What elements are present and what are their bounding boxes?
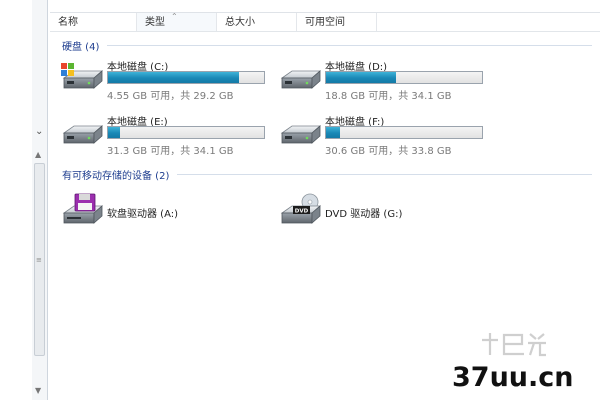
column-free-space[interactable]: 可用空间 [297, 13, 377, 31]
free-space-text: 31.3 GB 可用，共 34.1 GB [107, 146, 234, 157]
dvd-drive-icon: DVD [280, 193, 322, 224]
group-removable-storage[interactable]: 有可移动存储的设备 (2) [62, 167, 592, 182]
dvd-badge: DVD [295, 208, 309, 214]
column-total-size-label: 总大小 [225, 17, 255, 28]
capacity-bar [107, 126, 265, 139]
column-header: 名称 ⌃ 类型 总大小 可用空间 [50, 12, 600, 32]
free-space-text: 18.8 GB 可用，共 34.1 GB [325, 91, 452, 102]
hard-drive-icon [60, 117, 104, 149]
hard-drive-icon [278, 62, 322, 94]
group-divider [177, 173, 592, 175]
group-divider [107, 44, 592, 46]
free-space-text: 30.6 GB 可用，共 33.8 GB [325, 146, 452, 157]
drive-c[interactable]: 本地磁盘 (C:) 4.55 GB 可用，共 29.2 GB [60, 58, 270, 102]
group-title: 硬盘 (4) [62, 41, 100, 53]
hard-drive-icon [278, 117, 322, 149]
watermark-text: 37uu.cn [452, 362, 574, 393]
device-name: 软盘驱动器 (A:) [107, 209, 179, 220]
scrollbar-grip-icon: ≡ [36, 256, 42, 264]
scroll-up-arrow-icon[interactable]: ▲ [35, 150, 41, 159]
chevron-down-icon[interactable]: ⌄ [35, 126, 43, 137]
sort-ascending-icon: ⌃ [171, 12, 178, 21]
scroll-down-arrow-icon[interactable]: ▼ [35, 386, 41, 395]
device-name: DVD 驱动器 (G:) [325, 209, 403, 220]
drive-f[interactable]: 本地磁盘 (F:) 30.6 GB 可用，共 33.8 GB [278, 113, 488, 157]
capacity-bar [325, 126, 483, 139]
column-type[interactable]: ⌃ 类型 [137, 12, 217, 31]
drive-g-dvd[interactable]: DVD DVD 驱动器 (G:) [278, 193, 498, 227]
group-title: 有可移动存储的设备 (2) [62, 170, 170, 182]
capacity-bar [107, 71, 265, 84]
free-space-text: 4.55 GB 可用，共 29.2 GB [107, 91, 234, 102]
drive-e[interactable]: 本地磁盘 (E:) 31.3 GB 可用，共 34.1 GB [60, 113, 270, 157]
capacity-bar [325, 71, 483, 84]
group-hard-disks[interactable]: 硬盘 (4) [62, 38, 592, 53]
column-name-label: 名称 [58, 17, 78, 28]
drive-a-floppy[interactable]: 软盘驱动器 (A:) [60, 193, 280, 227]
column-type-label: 类型 [145, 17, 165, 28]
navigation-pane-scrollbar[interactable]: ⌄ ▲ ≡ ▼ [32, 0, 48, 400]
column-free-space-label: 可用空间 [305, 17, 345, 28]
drive-d[interactable]: 本地磁盘 (D:) 18.8 GB 可用，共 34.1 GB [278, 58, 488, 102]
column-name[interactable]: 名称 [50, 13, 137, 31]
floppy-drive-icon [62, 193, 104, 224]
column-total-size[interactable]: 总大小 [217, 13, 297, 31]
windows-drive-icon [61, 63, 104, 94]
watermark-logo-icon [482, 333, 546, 357]
